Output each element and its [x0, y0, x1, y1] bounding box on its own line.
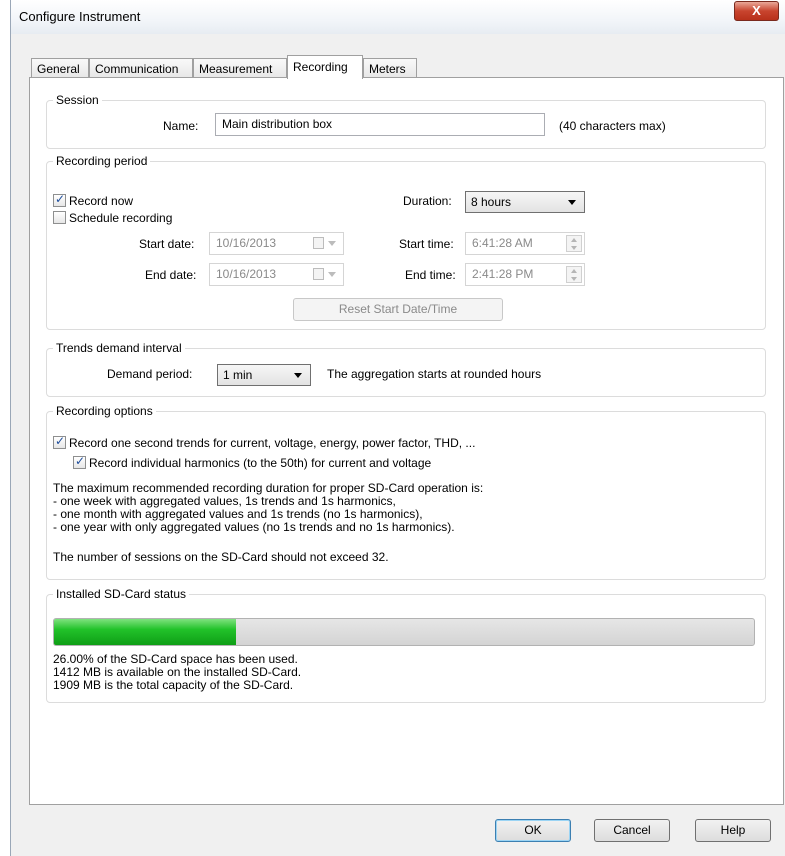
info-line: - one year with only aggregated values (…	[53, 520, 455, 534]
sd-card-status-group: Installed SD-Card status 26.00% of the S…	[46, 587, 766, 703]
individual-harmonics-label[interactable]: Record individual harmonics (to the 50th…	[89, 456, 431, 470]
recording-tab-panel: Session Name: Main distribution box (40 …	[29, 77, 784, 805]
window-title: Configure Instrument	[19, 9, 141, 24]
end-date-label: End date:	[145, 268, 197, 282]
session-name-input[interactable]: Main distribution box	[215, 113, 545, 136]
start-date-label: Start date:	[139, 237, 195, 251]
duration-select[interactable]: 8 hours	[465, 191, 585, 213]
session-group: Session Name: Main distribution box (40 …	[46, 93, 766, 149]
sd-card-usage-fill	[54, 619, 236, 645]
schedule-recording-label[interactable]: Schedule recording	[69, 211, 172, 225]
chevron-down-icon	[294, 373, 302, 378]
record-now-checkbox[interactable]	[53, 192, 66, 207]
recording-options-group: Recording options Record one second tren…	[46, 404, 766, 580]
individual-harmonics-checkbox[interactable]	[73, 454, 86, 469]
demand-period-value: 1 min	[223, 368, 253, 382]
end-time-value: 2:41:28 PM	[472, 267, 534, 281]
sd-card-legend: Installed SD-Card status	[56, 587, 187, 601]
spinner-icon	[566, 235, 582, 252]
close-button[interactable]: X	[734, 1, 779, 21]
trends-demand-group: Trends demand interval Demand period: 1 …	[46, 341, 766, 397]
start-time-value: 6:41:28 AM	[472, 236, 533, 250]
sd-card-info: 26.00% of the SD-Card space has been use…	[53, 653, 301, 692]
recording-period-legend: Recording period	[56, 154, 148, 168]
reset-start-datetime-button[interactable]: Reset Start Date/Time	[293, 298, 503, 321]
aggregation-note: The aggregation starts at rounded hours	[327, 367, 542, 381]
tab-measurement[interactable]: Measurement	[193, 58, 287, 79]
sd-capacity-text: 1909 MB is the total capacity of the SD-…	[53, 678, 294, 692]
end-time-label: End time:	[405, 268, 456, 282]
recording-period-group: Recording period Record now Schedule rec…	[46, 154, 766, 330]
tab-meters[interactable]: Meters	[363, 58, 417, 79]
duration-label: Duration:	[403, 194, 452, 208]
recording-options-legend: Recording options	[56, 404, 153, 418]
duration-info-text: The maximum recommended recording durati…	[53, 482, 483, 534]
sd-card-usage-progress	[53, 618, 755, 646]
end-date-value: 10/16/2013	[216, 267, 277, 281]
one-second-trends-checkbox[interactable]	[53, 434, 66, 449]
demand-period-label: Demand period:	[107, 367, 193, 381]
name-label: Name:	[163, 119, 199, 133]
demand-period-select[interactable]: 1 min	[217, 364, 311, 386]
end-time-picker[interactable]: 2:41:28 PM	[465, 263, 585, 286]
cancel-button[interactable]: Cancel	[594, 819, 670, 842]
calendar-dropdown-icon	[313, 237, 338, 250]
session-legend: Session	[56, 93, 99, 107]
name-max-hint: (40 characters max)	[559, 119, 666, 133]
help-button[interactable]: Help	[695, 819, 771, 842]
duration-value: 8 hours	[471, 195, 512, 209]
tab-communication[interactable]: Communication	[89, 58, 193, 79]
chevron-down-icon	[568, 200, 576, 205]
start-date-picker[interactable]: 10/16/2013	[209, 232, 344, 255]
start-time-picker[interactable]: 6:41:28 AM	[465, 232, 585, 255]
calendar-dropdown-icon	[313, 268, 338, 281]
configure-instrument-window: Configure Instrument X General Communica…	[10, 0, 785, 856]
start-time-label: Start time:	[399, 237, 454, 251]
sessions-limit-note: The number of sessions on the SD-Card sh…	[53, 550, 389, 564]
spinner-icon	[566, 266, 582, 283]
one-second-trends-label[interactable]: Record one second trends for current, vo…	[69, 436, 475, 450]
start-date-value: 10/16/2013	[216, 236, 277, 250]
schedule-recording-checkbox[interactable]	[53, 211, 66, 224]
record-now-label[interactable]: Record now	[69, 194, 133, 208]
trends-demand-legend: Trends demand interval	[56, 341, 182, 355]
end-date-picker[interactable]: 10/16/2013	[209, 263, 344, 286]
tab-recording[interactable]: Recording	[287, 55, 363, 79]
ok-button[interactable]: OK	[495, 819, 571, 842]
tab-general[interactable]: General	[31, 58, 89, 79]
title-bar: Configure Instrument X	[11, 0, 785, 34]
